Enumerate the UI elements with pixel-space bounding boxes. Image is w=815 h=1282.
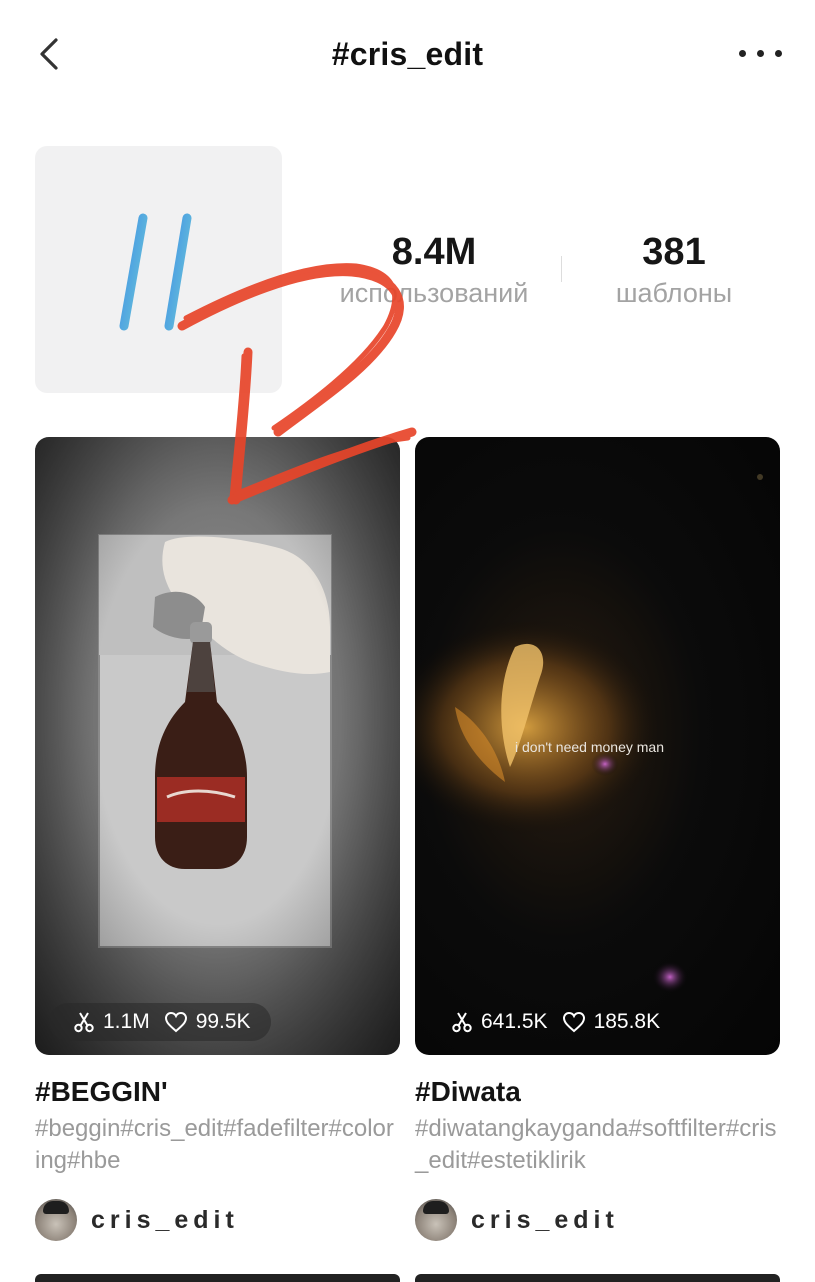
uses-count: 8.4M (391, 231, 477, 273)
templates-count: 381 (642, 231, 706, 273)
template-preview[interactable]: 1.1M 99.5K (35, 437, 400, 1055)
page-title: #cris_edit (331, 36, 484, 72)
next-card-edge (415, 1274, 780, 1282)
uses-count: 641.5K (481, 1010, 548, 1033)
template-tags: #diwatangkayganda#softfilter#cris_edit#e… (415, 1115, 777, 1174)
template-title[interactable]: #Diwata (415, 1075, 780, 1109)
templates-label: шаблоны (615, 278, 733, 308)
more-options-button[interactable] (736, 44, 786, 64)
template-card[interactable]: 1.1M 99.5K #BEGGIN' #beggin#cris_edit#fa… (35, 437, 400, 1241)
uses-label: использований (339, 278, 529, 308)
template-card[interactable]: i don't need money man 641.5K 185.8K #Di… (415, 437, 780, 1241)
heart-icon (562, 1011, 585, 1033)
author-name[interactable]: cris_edit (91, 1206, 239, 1235)
bottle-photo (35, 437, 400, 1055)
author-name[interactable]: cris_edit (471, 1206, 619, 1235)
template-preview[interactable]: i don't need money man 641.5K 185.8K (415, 437, 780, 1055)
next-card-edge (35, 1274, 400, 1282)
more-horizontal-icon (739, 50, 746, 57)
template-tags: #beggin#cris_edit#fadefilter#coloring#hb… (35, 1115, 394, 1174)
stat-divider (561, 256, 562, 282)
scissors-icon (452, 1012, 472, 1033)
author-row[interactable]: cris_edit (35, 1199, 400, 1241)
uses-stat: 8.4M использований (310, 232, 558, 310)
heart-icon (164, 1011, 187, 1033)
template-stats: 641.5K 185.8K (433, 1003, 680, 1041)
hashtag-thumbnail (35, 146, 282, 393)
video-caption: i don't need money man (515, 739, 664, 755)
templates-stat: 381 шаблоны (588, 232, 760, 310)
avatar[interactable] (35, 1199, 77, 1241)
uses-count: 1.1M (103, 1010, 150, 1033)
likes-count: 185.8K (593, 1010, 661, 1033)
top-bar: #cris_edit (0, 0, 815, 110)
template-title[interactable]: #BEGGIN' (35, 1075, 400, 1109)
likes-count: 99.5K (195, 1010, 251, 1033)
author-row[interactable]: cris_edit (415, 1199, 780, 1241)
template-stats: 1.1M 99.5K (49, 1003, 271, 1041)
hashtag-icon (92, 213, 220, 331)
avatar[interactable] (415, 1199, 457, 1241)
scissors-icon (74, 1012, 94, 1033)
